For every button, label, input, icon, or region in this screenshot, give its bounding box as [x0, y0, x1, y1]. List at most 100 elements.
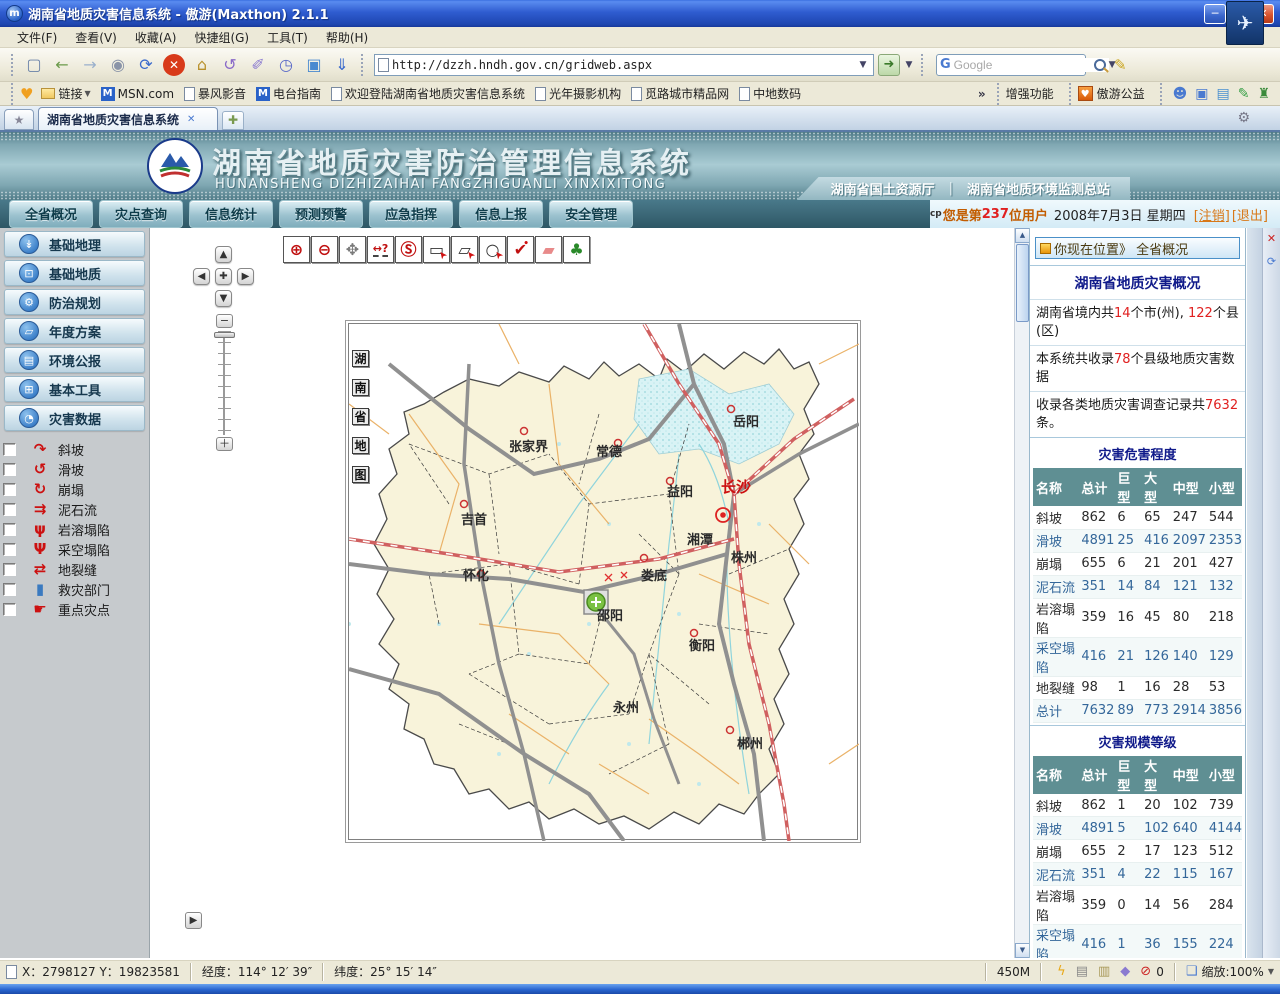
plugin-icon[interactable]: ▥ — [1098, 964, 1110, 979]
search-icon[interactable] — [1094, 59, 1106, 71]
zoom-out-icon[interactable]: ⊖ — [311, 236, 338, 263]
hunan-map[interactable]: 张家界常德益阳长沙岳阳吉首湘潭株州怀化娄底邵阳衡阳永州郴州 — [349, 324, 859, 841]
zoom-slider-handle[interactable] — [214, 332, 235, 338]
menu-item[interactable]: 文件(F) — [8, 29, 66, 47]
scale-icon[interactable]: Ⓢ — [395, 236, 422, 263]
logout-link[interactable]: [注销] — [1194, 205, 1230, 224]
nav-tab-灾点查询[interactable]: 灾点查询 — [99, 200, 183, 228]
sidebar-section-基本工具[interactable]: ⊞基本工具 — [4, 376, 145, 402]
full-extent-icon[interactable]: ♣ — [563, 236, 590, 263]
favorites-star-icon[interactable]: ★ — [4, 109, 34, 130]
back-icon[interactable]: ← — [49, 52, 75, 78]
pan-center-button[interactable]: ✚ — [215, 268, 232, 285]
address-bar[interactable]: ▼ — [374, 54, 874, 76]
charity-heart-icon[interactable]: ♥ — [1078, 86, 1093, 101]
bookmark-item[interactable]: 链接▼ — [41, 85, 90, 102]
proxy-icon[interactable]: ▤ — [1076, 964, 1088, 979]
home-icon[interactable]: ⌂ — [189, 52, 215, 78]
bookmark-item[interactable]: 光年摄影机构 — [535, 85, 621, 102]
layer-checkbox[interactable] — [3, 503, 16, 516]
pan-down-button[interactable]: ▼ — [215, 290, 232, 307]
nav-tab-信息上报[interactable]: 信息上报 — [459, 200, 543, 228]
sidebar-section-年度方案[interactable]: ▱年度方案 — [4, 318, 145, 344]
forward-icon[interactable]: → — [77, 52, 103, 78]
menu-item[interactable]: 帮助(H) — [317, 29, 377, 47]
go-dropdown-icon[interactable]: ▼ — [902, 56, 916, 74]
menu-item[interactable]: 快捷组(G) — [185, 29, 258, 47]
layer-checkbox[interactable] — [3, 443, 16, 456]
nav-tab-安全管理[interactable]: 安全管理 — [549, 200, 633, 228]
sidebar-section-环境公报[interactable]: ▤环境公报 — [4, 347, 145, 373]
bookmarks-overflow-chevron[interactable]: » — [972, 87, 992, 101]
bookmark-item[interactable]: 暴风影音 — [184, 85, 246, 102]
layer-checkbox[interactable] — [3, 483, 16, 496]
new-tab-button[interactable]: ✚ — [222, 111, 244, 130]
search-input[interactable] — [954, 58, 1109, 72]
go-button[interactable]: ➜ — [878, 54, 900, 76]
split-window-icon[interactable]: ▣ — [301, 52, 327, 78]
sidebar-section-基础地质[interactable]: ⊡基础地质 — [4, 260, 145, 286]
gear-icon[interactable]: ⚙ — [1237, 110, 1250, 126]
layer-checkbox[interactable] — [3, 583, 16, 596]
resize-icon[interactable]: ❑ — [1186, 964, 1198, 979]
zoom-slider-minus-button[interactable]: − — [216, 314, 233, 328]
pan-up-button[interactable]: ▲ — [215, 246, 232, 263]
bookmark-item[interactable]: M电台指南 — [256, 85, 321, 102]
lightning-icon[interactable]: ϟ — [1057, 964, 1066, 979]
history-dropdown-icon[interactable]: ◉ — [105, 52, 131, 78]
url-input[interactable] — [392, 58, 856, 72]
minimize-button[interactable]: ─ — [1204, 4, 1226, 24]
search-box[interactable]: G ▼ — [936, 54, 1086, 76]
game-icon[interactable]: ♜ — [1257, 86, 1270, 102]
strip-refresh-icon[interactable]: ⟳ — [1267, 255, 1276, 268]
scrollbar-thumb[interactable] — [1016, 244, 1029, 322]
bookmark-item[interactable]: 觅路城市精品网 — [631, 85, 729, 102]
eraser-icon[interactable]: ▰ — [535, 236, 562, 263]
exit-link[interactable]: [退出] — [1232, 205, 1268, 224]
bookmark-item[interactable]: 中地数码 — [739, 85, 801, 102]
zoom-dropdown-icon[interactable]: ▼ — [1268, 967, 1274, 976]
undo-icon[interactable]: ↺ — [217, 52, 243, 78]
nav-tab-全省概况[interactable]: 全省概况 — [9, 200, 93, 228]
bookmark-item[interactable]: 欢迎登陆湖南省地质灾害信息系统 — [331, 85, 525, 102]
layer-checkbox[interactable] — [3, 523, 16, 536]
window-icon[interactable]: ▣ — [1195, 86, 1208, 102]
layer-checkbox[interactable] — [3, 603, 16, 616]
notes-icon[interactable]: ▤ — [1216, 86, 1229, 102]
highlighter-icon[interactable]: ✎ — [1114, 56, 1127, 74]
enhance-menu[interactable]: 增强功能 — [1006, 85, 1054, 102]
layer-checkbox[interactable] — [3, 463, 16, 476]
filter-wand-icon[interactable]: ✐ — [245, 52, 271, 78]
link-land-resources[interactable]: 湖南省国土资源厅 — [831, 179, 935, 198]
sidebar-section-灾害数据[interactable]: ◔灾害数据 — [4, 405, 145, 431]
maxthon-swan-logo[interactable]: ✈ — [1226, 1, 1264, 45]
sidebar-section-基础地理[interactable]: ↡基础地理 — [4, 231, 145, 257]
zoom-level[interactable]: 缩放:100% — [1201, 963, 1263, 980]
map-next-button[interactable]: ▶ — [185, 912, 202, 929]
stop-icon[interactable]: ✕ — [163, 54, 185, 76]
url-dropdown-icon[interactable]: ▼ — [856, 56, 870, 74]
download-icon[interactable]: ⇓ — [329, 52, 355, 78]
refresh-icon[interactable]: ⟳ — [133, 52, 159, 78]
scroll-up-icon[interactable]: ▲ — [1015, 228, 1030, 243]
new-page-icon[interactable]: ▢ — [21, 52, 47, 78]
charity-link[interactable]: 傲游公益 — [1097, 85, 1145, 102]
bookmark-item[interactable]: MMSN.com — [101, 87, 174, 101]
menu-item[interactable]: 工具(T) — [258, 29, 317, 47]
history-clock-icon[interactable]: ◷ — [273, 52, 299, 78]
nav-tab-信息统计[interactable]: 信息统计 — [189, 200, 273, 228]
nav-tab-预测预警[interactable]: 预测预警 — [279, 200, 363, 228]
favorites-heart-icon[interactable]: ♥ — [20, 85, 33, 103]
blocked-count-icon[interactable]: ⊘ — [1140, 964, 1151, 979]
circle-select-icon[interactable]: ○➤ — [479, 236, 506, 263]
pan-right-button[interactable]: ▶ — [237, 268, 254, 285]
zoom-slider-plus-button[interactable]: ＋ — [216, 437, 233, 451]
menu-item[interactable]: 查看(V) — [66, 29, 126, 47]
sidebar-section-防治规划[interactable]: ⚙防治规划 — [4, 289, 145, 315]
polygon-select-icon[interactable]: ▱➤ — [451, 236, 478, 263]
zoom-slider-track[interactable] — [218, 331, 231, 435]
ad-hunter-icon[interactable]: ◆ — [1120, 964, 1130, 979]
layer-checkbox[interactable] — [3, 563, 16, 576]
menu-item[interactable]: 收藏(A) — [126, 29, 186, 47]
rect-select-icon[interactable]: ▭➤ — [423, 236, 450, 263]
